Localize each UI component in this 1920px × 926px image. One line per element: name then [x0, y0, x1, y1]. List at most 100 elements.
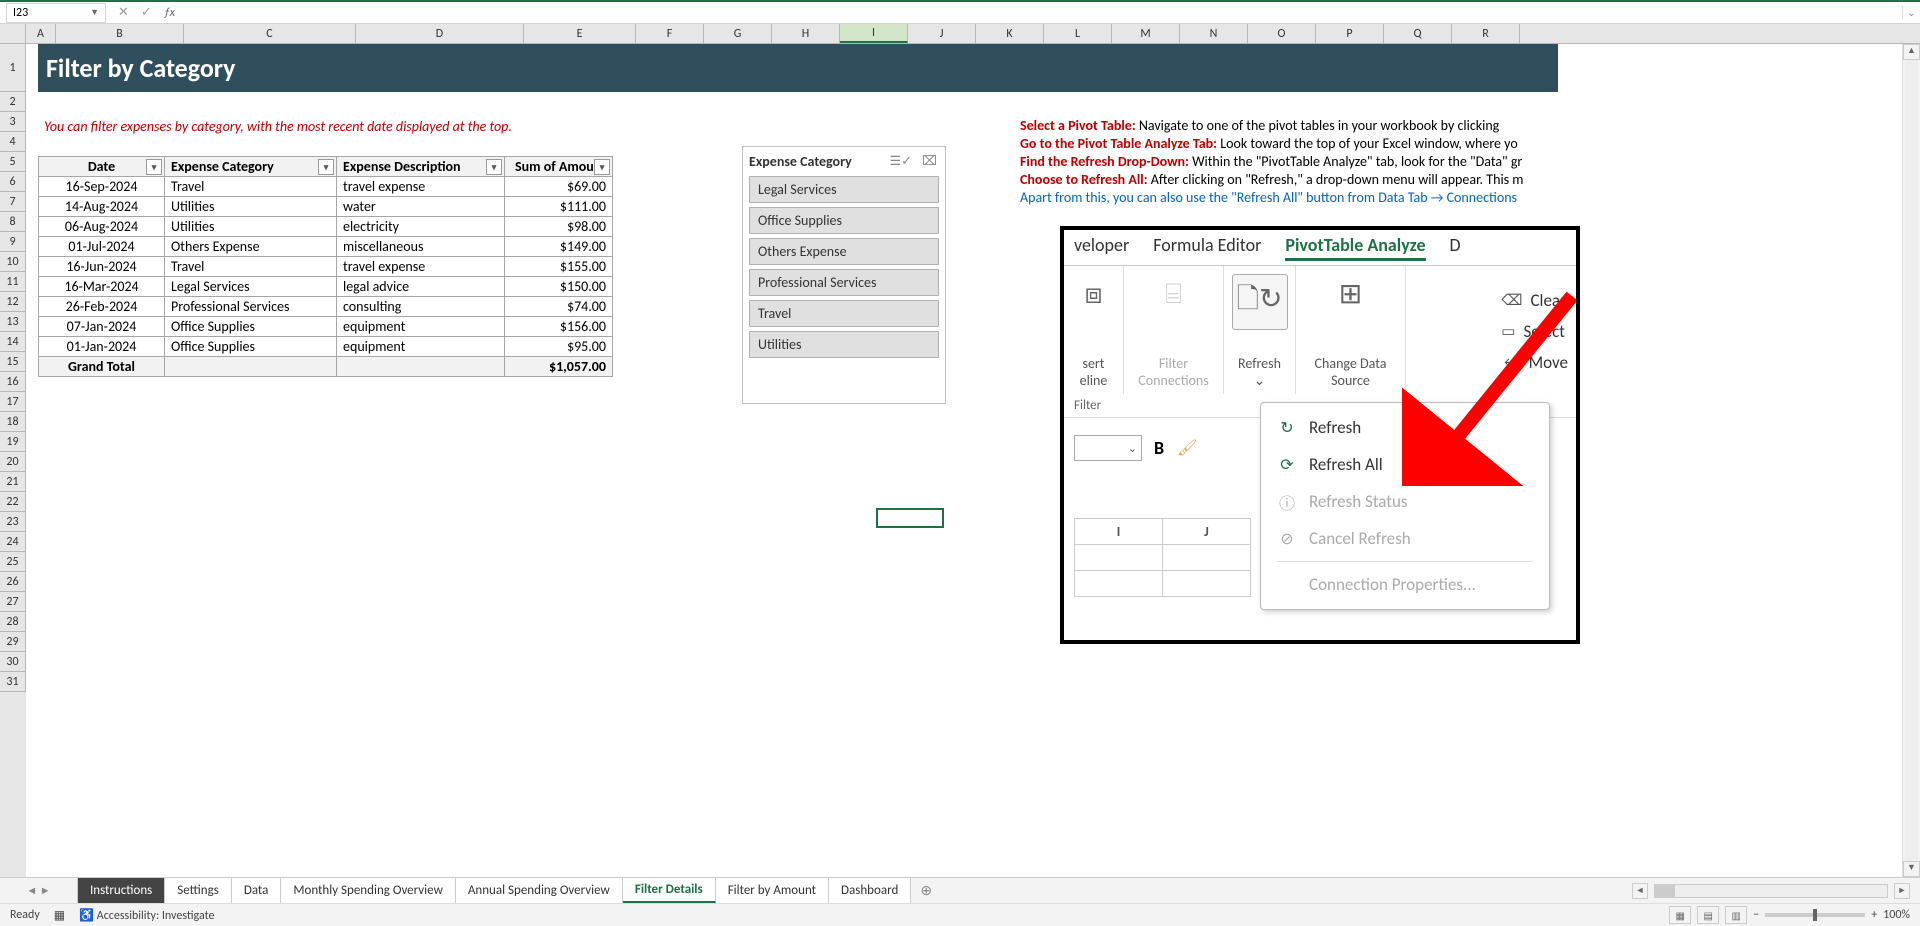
pivot-cell[interactable]: $69.00 — [505, 177, 613, 197]
scroll-left-icon[interactable]: ◄ — [1632, 883, 1648, 899]
pivot-cell[interactable]: 16-Sep-2024 — [39, 177, 165, 197]
fx-icon[interactable]: ƒx — [164, 6, 175, 20]
row-header[interactable]: 26 — [0, 572, 26, 592]
column-header[interactable]: F — [636, 24, 704, 43]
row-header[interactable]: 12 — [0, 292, 26, 312]
slicer-item[interactable]: Utilities — [749, 331, 939, 358]
name-box[interactable]: I23 ▼ — [6, 3, 106, 23]
sheet-tab[interactable]: Settings — [165, 878, 232, 903]
pivot-cell[interactable]: travel expense — [337, 257, 505, 277]
cells-area[interactable]: Filter by Category You can filter expens… — [26, 44, 1920, 877]
slicer-item[interactable]: Legal Services — [749, 176, 939, 203]
selected-cell[interactable] — [876, 508, 944, 528]
row-header[interactable]: 8 — [0, 212, 26, 232]
sheet-tab[interactable]: Filter Details — [623, 878, 716, 903]
pivot-cell[interactable]: Professional Services — [165, 297, 337, 317]
row-header[interactable]: 27 — [0, 592, 26, 612]
column-header[interactable]: N — [1180, 24, 1248, 43]
pivot-cell[interactable]: Office Supplies — [165, 317, 337, 337]
pivot-cell[interactable]: $149.00 — [505, 237, 613, 257]
column-header[interactable]: H — [772, 24, 840, 43]
column-header[interactable]: G — [704, 24, 772, 43]
column-header[interactable]: L — [1044, 24, 1112, 43]
row-header[interactable]: 18 — [0, 412, 26, 432]
pivot-cell[interactable]: electricity — [337, 217, 505, 237]
sheet-tab[interactable]: Monthly Spending Overview — [281, 878, 456, 903]
column-header[interactable]: M — [1112, 24, 1180, 43]
pivot-cell[interactable]: $150.00 — [505, 277, 613, 297]
pivot-cell[interactable]: Travel — [165, 257, 337, 277]
filter-dropdown-icon[interactable]: ▾ — [146, 159, 162, 175]
row-header[interactable]: 5 — [0, 152, 26, 172]
sheet-tab[interactable]: Instructions — [78, 878, 165, 903]
select-all-corner[interactable] — [0, 24, 26, 43]
column-header[interactable]: I — [840, 24, 908, 43]
row-header[interactable]: 13 — [0, 312, 26, 332]
normal-view-button[interactable]: ▦ — [1669, 906, 1691, 924]
sheet-tab[interactable]: Data — [232, 878, 282, 903]
column-header[interactable]: J — [908, 24, 976, 43]
row-header[interactable]: 15 — [0, 352, 26, 372]
zoom-level[interactable]: 100% — [1883, 908, 1910, 922]
pivot-cell[interactable]: Travel — [165, 177, 337, 197]
pivot-cell[interactable]: 16-Mar-2024 — [39, 277, 165, 297]
macro-icon[interactable]: ▦ — [54, 908, 65, 923]
filter-dropdown-icon[interactable]: ▾ — [486, 159, 502, 175]
formula-expand-icon[interactable]: ⌄ — [1902, 6, 1920, 19]
column-header[interactable]: O — [1248, 24, 1316, 43]
filter-dropdown-icon[interactable]: ▾ — [594, 159, 610, 175]
chevron-down-icon[interactable]: ▼ — [90, 7, 99, 18]
zoom-slider[interactable] — [1765, 913, 1865, 917]
row-header[interactable]: 14 — [0, 332, 26, 352]
row-header[interactable]: 4 — [0, 132, 26, 152]
confirm-icon[interactable]: ✓ — [141, 5, 152, 20]
zoom-in-button[interactable]: + — [1871, 908, 1877, 922]
pivot-cell[interactable]: 26-Feb-2024 — [39, 297, 165, 317]
sheet-tab[interactable]: Dashboard — [829, 878, 911, 903]
pivot-cell[interactable]: $111.00 — [505, 197, 613, 217]
pivot-cell[interactable]: travel expense — [337, 177, 505, 197]
column-header[interactable]: D — [356, 24, 524, 43]
row-header[interactable]: 6 — [0, 172, 26, 192]
slicer-item[interactable]: Travel — [749, 300, 939, 327]
formula-input[interactable] — [181, 4, 1902, 22]
pivot-cell[interactable]: water — [337, 197, 505, 217]
pivot-cell[interactable]: 06-Aug-2024 — [39, 217, 165, 237]
pivot-cell[interactable]: equipment — [337, 317, 505, 337]
sheet-tab[interactable]: Filter by Amount — [716, 878, 829, 903]
pivot-cell[interactable]: $95.00 — [505, 337, 613, 357]
row-header[interactable]: 25 — [0, 552, 26, 572]
clear-filter-icon[interactable]: ⌧ — [920, 154, 939, 169]
page-break-view-button[interactable]: ▥ — [1725, 906, 1747, 924]
row-header[interactable]: 29 — [0, 632, 26, 652]
row-header[interactable]: 9 — [0, 232, 26, 252]
horizontal-scrollbar[interactable] — [1654, 884, 1888, 898]
column-header[interactable]: B — [56, 24, 184, 43]
column-header[interactable]: R — [1452, 24, 1520, 43]
row-header[interactable]: 24 — [0, 532, 26, 552]
pivot-header[interactable]: Expense Description▾ — [337, 157, 505, 177]
row-header[interactable]: 21 — [0, 472, 26, 492]
row-header[interactable]: 11 — [0, 272, 26, 292]
pivot-cell[interactable]: Utilities — [165, 197, 337, 217]
row-header[interactable]: 23 — [0, 512, 26, 532]
row-header[interactable]: 19 — [0, 432, 26, 452]
pivot-cell[interactable]: 14-Aug-2024 — [39, 197, 165, 217]
slicer-expense-category[interactable]: Expense Category ☰✓ ⌧ Legal ServicesOffi… — [742, 146, 946, 404]
column-header[interactable]: K — [976, 24, 1044, 43]
pivot-cell[interactable]: $98.00 — [505, 217, 613, 237]
row-header[interactable]: 22 — [0, 492, 26, 512]
pivot-table[interactable]: Date▾Expense Category▾Expense Descriptio… — [38, 156, 613, 377]
row-header[interactable]: 31 — [0, 672, 26, 692]
pivot-header[interactable]: Expense Category▾ — [165, 157, 337, 177]
vertical-scrollbar[interactable]: ▲ ▼ — [1902, 44, 1920, 877]
sheet-tab[interactable]: Annual Spending Overview — [456, 878, 623, 903]
scroll-right-icon[interactable]: ► — [1894, 883, 1910, 899]
column-header[interactable]: E — [524, 24, 636, 43]
row-header[interactable]: 10 — [0, 252, 26, 272]
row-header[interactable]: 17 — [0, 392, 26, 412]
column-header[interactable]: A — [26, 24, 56, 43]
pivot-cell[interactable]: Office Supplies — [165, 337, 337, 357]
pivot-cell[interactable]: equipment — [337, 337, 505, 357]
column-header[interactable]: P — [1316, 24, 1384, 43]
